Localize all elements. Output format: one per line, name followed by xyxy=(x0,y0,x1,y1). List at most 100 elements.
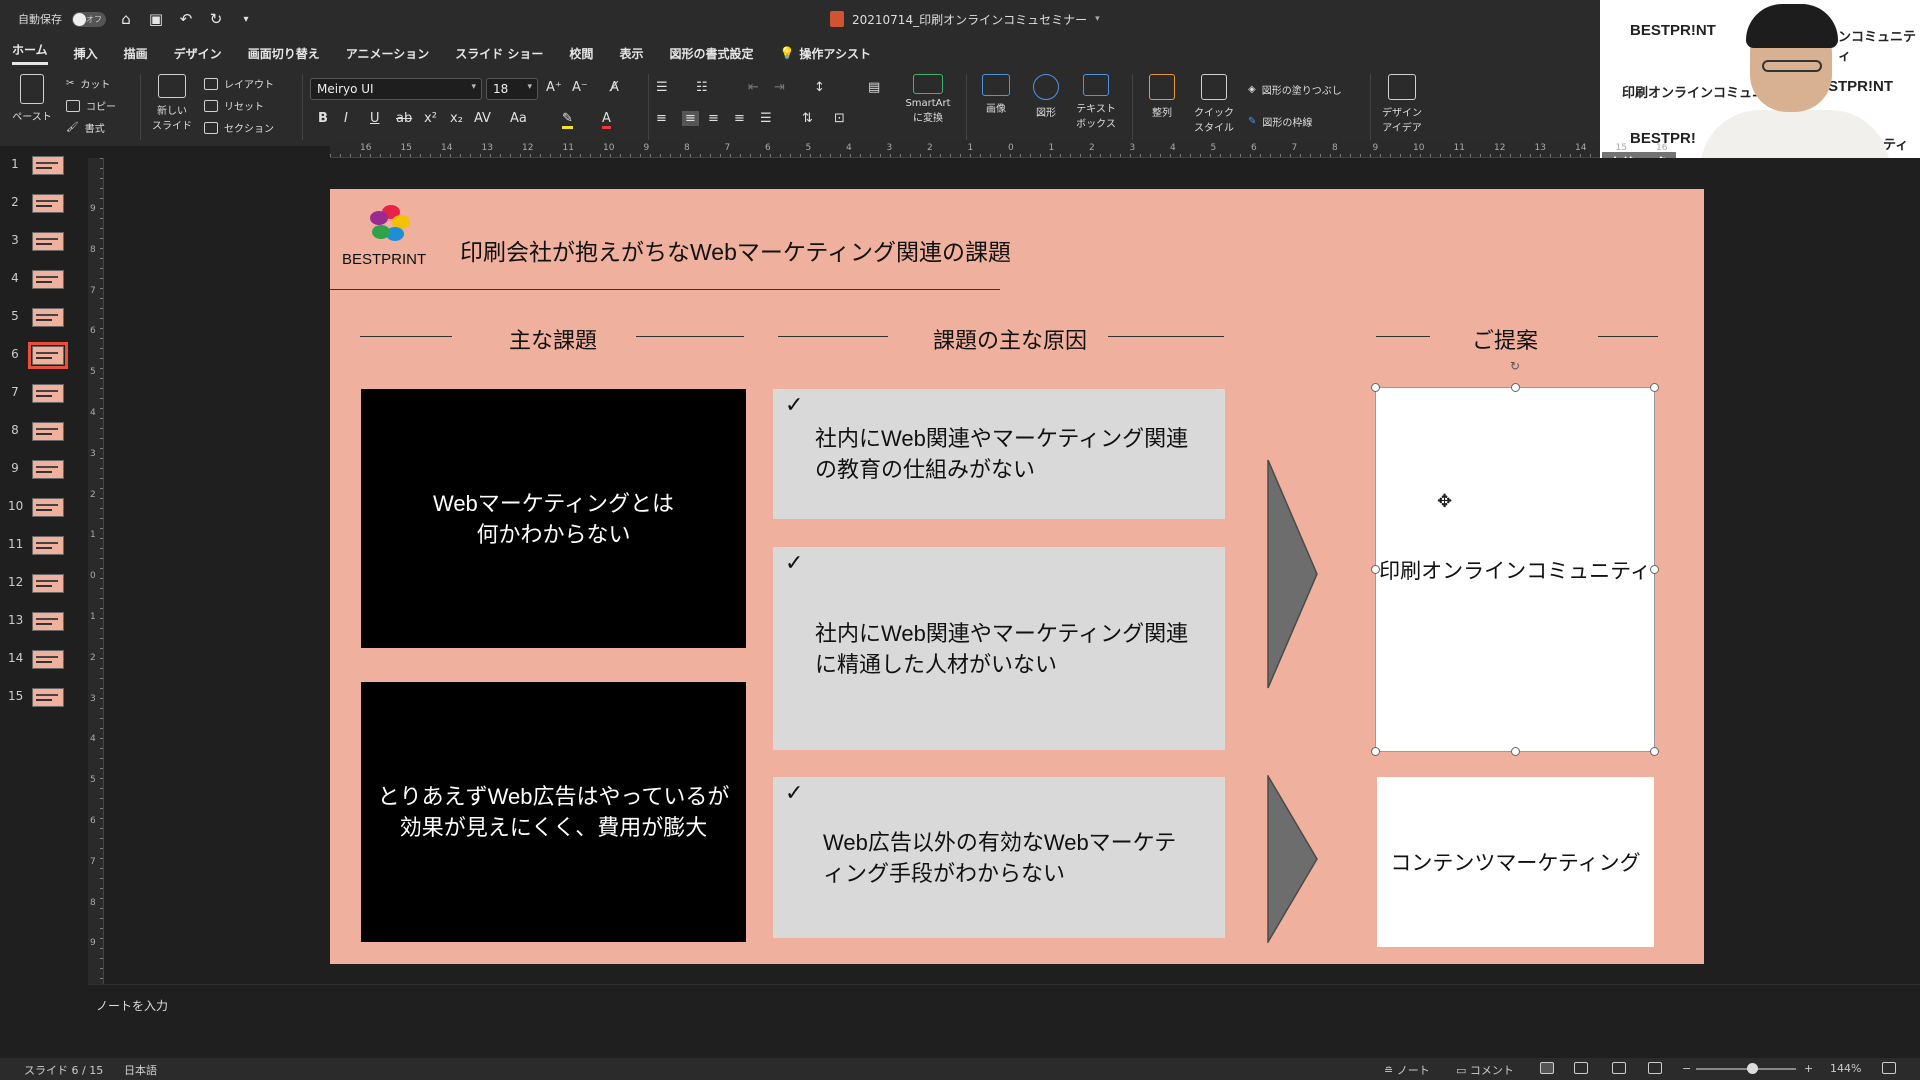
align-right-icon[interactable]: ≡ xyxy=(708,111,719,126)
convert-smartart-button[interactable]: SmartArt に変換 xyxy=(900,74,956,124)
underline-icon[interactable]: U xyxy=(370,111,380,126)
paste-button[interactable]: ペースト xyxy=(12,74,52,123)
shape-outline-button[interactable]: ✎ 図形の枠線 xyxy=(1248,114,1312,129)
thumbnail-row-14[interactable]: 14 xyxy=(0,644,88,674)
cause-box-2[interactable]: ✓ 社内にWeb関連やマーケティング関連 に精通した人材がいない xyxy=(773,547,1225,750)
slide-thumbnail[interactable] xyxy=(32,308,64,327)
issue-box-1[interactable]: Webマーケティングとは 何かわからない xyxy=(361,389,746,648)
align-left-icon[interactable]: ≡ xyxy=(656,111,667,126)
col-head-proposal[interactable]: ご提案 xyxy=(1440,323,1570,355)
arrow-right-1[interactable] xyxy=(1267,459,1319,689)
cut-button[interactable]: ✂ カット xyxy=(66,76,110,91)
customize-qat-icon[interactable]: ▾ xyxy=(236,9,256,29)
align-center-icon[interactable]: ≡ xyxy=(682,111,699,126)
copy-button[interactable]: コピー xyxy=(66,98,116,113)
slide-thumbnail[interactable] xyxy=(32,156,64,175)
line-spacing-icon[interactable]: ↕ xyxy=(814,80,825,95)
thumbnail-row-1[interactable]: 1 xyxy=(0,150,88,180)
thumbnail-row-15[interactable]: 15 xyxy=(0,682,88,712)
resize-handle-e[interactable] xyxy=(1650,565,1659,574)
reading-view-icon[interactable] xyxy=(1612,1062,1626,1074)
thumbnail-row-3[interactable]: 3 xyxy=(0,226,88,256)
italic-icon[interactable]: I xyxy=(344,111,348,126)
thumbnail-row-6[interactable]: 6 xyxy=(0,340,88,370)
tab-slideshow[interactable]: スライド ショー xyxy=(455,45,543,62)
zoom-out-icon[interactable]: − xyxy=(1682,1062,1691,1075)
cause-box-1[interactable]: ✓ 社内にWeb関連やマーケティング関連 の教育の仕組みがない xyxy=(773,389,1225,519)
subscript-icon[interactable]: x₂ xyxy=(450,111,463,126)
language-indicator[interactable]: 日本語 xyxy=(124,1062,157,1078)
tab-review[interactable]: 校閲 xyxy=(569,45,593,62)
slide-sorter-icon[interactable] xyxy=(1574,1062,1588,1074)
slide-thumbnail[interactable] xyxy=(32,194,64,213)
col-head-causes[interactable]: 課題の主な原因 xyxy=(898,323,1122,355)
undo-icon[interactable]: ↶ xyxy=(176,9,196,29)
shape-fill-button[interactable]: ◈ 図形の塗りつぶし xyxy=(1248,82,1342,97)
change-case-icon[interactable]: Aa xyxy=(510,111,527,126)
slide-thumbnail[interactable] xyxy=(32,422,64,441)
thumbnail-row-2[interactable]: 2 xyxy=(0,188,88,218)
autosave-toggle[interactable]: オフ xyxy=(72,11,106,27)
tab-insert[interactable]: 挿入 xyxy=(74,45,98,62)
slide-thumbnail[interactable] xyxy=(32,232,64,251)
issue-box-2[interactable]: とりあえずWeb広告はやっているが 効果が見えにくく、費用が膨大 xyxy=(361,682,746,942)
slide-thumbnail[interactable] xyxy=(32,574,64,593)
thumbnail-row-13[interactable]: 13 xyxy=(0,606,88,636)
format-painter-button[interactable]: 🖌 書式 xyxy=(66,120,105,135)
col-head-issues[interactable]: 主な課題 xyxy=(460,323,646,355)
tab-view[interactable]: 表示 xyxy=(619,45,643,62)
cause-box-3[interactable]: ✓ Web広告以外の有効なWebマーケテ ィング手段がわからない xyxy=(773,777,1225,938)
resize-handle-se[interactable] xyxy=(1650,747,1659,756)
slide-thumbnail[interactable] xyxy=(32,498,64,517)
columns-icon[interactable]: ▤ xyxy=(868,80,880,95)
tell-me-assist[interactable]: 💡 操作アシスト xyxy=(779,45,870,62)
thumbnail-row-4[interactable]: 4 xyxy=(0,264,88,294)
slide-6[interactable]: BESTPRINT 印刷会社が抱えがちなWebマーケティング関連の課題 主な課題… xyxy=(330,189,1704,964)
tab-transitions[interactable]: 画面切り替え xyxy=(248,45,320,62)
slide-thumbnail[interactable] xyxy=(32,688,64,707)
thumbnail-row-12[interactable]: 12 xyxy=(0,568,88,598)
new-slide-button[interactable]: 新しい スライド xyxy=(150,74,194,132)
thumbnail-row-11[interactable]: 11 xyxy=(0,530,88,560)
thumbnail-row-5[interactable]: 5 xyxy=(0,302,88,332)
tab-animations[interactable]: アニメーション xyxy=(346,45,430,62)
slide-title[interactable]: 印刷会社が抱えがちなWebマーケティング関連の課題 xyxy=(460,233,1011,267)
notes-pane[interactable]: ノートを入力 xyxy=(88,984,1920,1058)
comments-toggle[interactable]: ▭ コメント xyxy=(1456,1062,1514,1078)
thumbnail-row-7[interactable]: 7 xyxy=(0,378,88,408)
tab-draw[interactable]: 描画 xyxy=(124,45,148,62)
textbox-button[interactable]: テキスト ボックス xyxy=(1074,74,1118,130)
zoom-slider[interactable] xyxy=(1696,1068,1796,1070)
arrow-right-2[interactable] xyxy=(1267,775,1319,943)
justify-icon[interactable]: ≡ xyxy=(734,111,745,126)
fit-to-window-icon[interactable] xyxy=(1882,1062,1896,1074)
home-icon[interactable]: ⌂ xyxy=(116,9,136,29)
resize-handle-s[interactable] xyxy=(1511,747,1520,756)
bold-icon[interactable]: B xyxy=(318,111,328,126)
layout-button[interactable]: レイアウト xyxy=(204,76,274,91)
slide-thumbnail[interactable] xyxy=(32,270,64,289)
tab-home[interactable]: ホーム xyxy=(12,41,48,65)
save-icon[interactable]: ▣ xyxy=(146,9,166,29)
shrink-font-icon[interactable]: A⁻ xyxy=(572,80,588,95)
thumbnail-row-9[interactable]: 9 xyxy=(0,454,88,484)
clear-format-icon[interactable]: A̸ xyxy=(610,80,619,95)
zoom-level[interactable]: 144% xyxy=(1830,1062,1861,1075)
highlight-icon[interactable]: ✎ xyxy=(562,111,573,129)
resize-handle-ne[interactable] xyxy=(1650,383,1659,392)
arrange-button[interactable]: 整列 xyxy=(1142,74,1182,119)
designer-button[interactable]: デザイン アイデア xyxy=(1380,74,1424,134)
picture-button[interactable]: 画像 xyxy=(976,74,1016,115)
grow-font-icon[interactable]: A⁺ xyxy=(546,80,562,95)
slide-thumbnail[interactable] xyxy=(32,536,64,555)
zoom-in-icon[interactable]: + xyxy=(1804,1062,1813,1075)
decrease-indent-icon[interactable]: ⇤ xyxy=(748,80,759,95)
thumbnail-row-8[interactable]: 8 xyxy=(0,416,88,446)
zoom-slider-knob[interactable] xyxy=(1747,1063,1758,1074)
tab-shape-format[interactable]: 図形の書式設定 xyxy=(669,45,753,62)
thumbnail-row-10[interactable]: 10 xyxy=(0,492,88,522)
slide-thumbnail[interactable] xyxy=(32,612,64,631)
superscript-icon[interactable]: x² xyxy=(424,111,437,126)
redo-icon[interactable]: ↻ xyxy=(206,9,226,29)
reset-button[interactable]: リセット xyxy=(204,98,264,113)
